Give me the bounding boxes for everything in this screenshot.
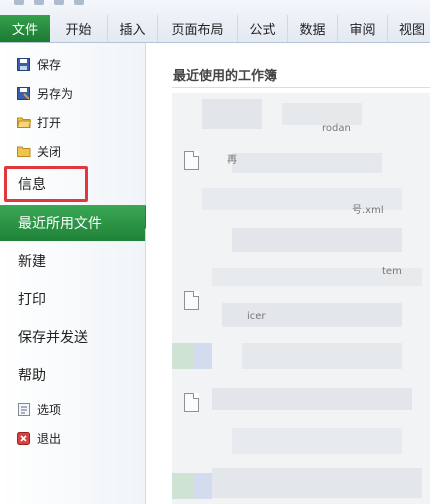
save-label: 保存 bbox=[37, 57, 62, 72]
nav-print-label: 打印 bbox=[18, 292, 46, 308]
excel-app-icon bbox=[14, 0, 24, 5]
blur-block bbox=[202, 99, 262, 129]
save-as-icon bbox=[16, 86, 31, 101]
ribbon-tabs: 文件 开始 插入 页面布局 公式 数据 审阅 视图 bbox=[0, 15, 430, 42]
document-icon bbox=[184, 151, 199, 170]
undo-icon[interactable] bbox=[54, 0, 64, 5]
filename-fragment: rodan bbox=[322, 123, 351, 134]
filename-fragment: tem bbox=[382, 266, 402, 277]
blur-block bbox=[212, 388, 412, 410]
nav-help[interactable]: 帮助 bbox=[0, 357, 145, 393]
quick-access-toolbar bbox=[14, 0, 84, 7]
highlight-box bbox=[4, 166, 88, 202]
tab-page-layout[interactable]: 页面布局 bbox=[158, 15, 238, 42]
recent-workbooks-title: 最近使用的工作簿 bbox=[173, 69, 278, 84]
blur-block-blue bbox=[194, 473, 212, 499]
blur-block-green bbox=[172, 473, 194, 499]
blur-block bbox=[282, 103, 362, 125]
open-label: 打开 bbox=[37, 115, 62, 130]
save-icon bbox=[16, 57, 31, 72]
filename-fragment: 再 bbox=[227, 155, 237, 166]
tab-file[interactable]: 文件 bbox=[0, 15, 50, 42]
nav-recent[interactable]: 最近所用文件 bbox=[0, 205, 145, 241]
blur-block bbox=[232, 228, 402, 252]
nav-print[interactable]: 打印 bbox=[0, 281, 145, 317]
save-button[interactable]: 保存 bbox=[16, 55, 61, 73]
filename-fragment: 号.xml bbox=[352, 205, 384, 216]
tab-view[interactable]: 视图 bbox=[388, 15, 430, 42]
nav-new-label: 新建 bbox=[18, 254, 46, 270]
recent-workbooks-pane: 最近使用的工作簿 rodan 再 号.xml tem icer bbox=[146, 43, 430, 504]
recent-workbooks-list: rodan 再 号.xml tem icer bbox=[172, 93, 430, 504]
close-label: 关闭 bbox=[37, 144, 62, 159]
exit-label: 退出 bbox=[37, 431, 62, 446]
tab-data[interactable]: 数据 bbox=[288, 15, 338, 42]
redo-icon[interactable] bbox=[74, 0, 84, 5]
tab-formulas[interactable]: 公式 bbox=[238, 15, 288, 42]
tab-home[interactable]: 开始 bbox=[50, 15, 108, 42]
blur-block bbox=[212, 468, 422, 498]
exit-button[interactable]: 退出 bbox=[16, 429, 61, 447]
exit-icon bbox=[16, 431, 31, 446]
tab-review[interactable]: 审阅 bbox=[338, 15, 388, 42]
close-folder-icon bbox=[16, 144, 31, 159]
nav-new[interactable]: 新建 bbox=[0, 243, 145, 279]
nav-save-send[interactable]: 保存并发送 bbox=[0, 319, 145, 355]
blur-block bbox=[242, 343, 402, 369]
document-icon bbox=[184, 393, 199, 412]
open-button[interactable]: 打开 bbox=[16, 113, 61, 131]
save-as-label: 另存为 bbox=[37, 86, 74, 101]
open-folder-icon bbox=[16, 115, 31, 130]
options-icon bbox=[16, 402, 31, 417]
nav-help-label: 帮助 bbox=[18, 368, 46, 384]
tab-insert[interactable]: 插入 bbox=[108, 15, 158, 42]
options-button[interactable]: 选项 bbox=[16, 400, 61, 418]
blur-block-green bbox=[172, 343, 194, 369]
blur-block bbox=[232, 153, 382, 173]
blur-block-blue bbox=[194, 343, 212, 369]
ribbon-tab-bar: 文件 开始 插入 页面布局 公式 数据 审阅 视图 bbox=[0, 0, 430, 43]
title-divider bbox=[172, 87, 430, 88]
close-button[interactable]: 关闭 bbox=[16, 142, 61, 160]
blur-block bbox=[232, 428, 402, 454]
options-label: 选项 bbox=[37, 402, 62, 417]
nav-save-send-label: 保存并发送 bbox=[18, 330, 88, 346]
nav-recent-label: 最近所用文件 bbox=[18, 216, 102, 232]
document-icon bbox=[184, 291, 199, 310]
save-as-button[interactable]: 另存为 bbox=[16, 84, 73, 102]
filename-fragment: icer bbox=[247, 311, 266, 322]
save-quick-icon[interactable] bbox=[34, 0, 44, 5]
